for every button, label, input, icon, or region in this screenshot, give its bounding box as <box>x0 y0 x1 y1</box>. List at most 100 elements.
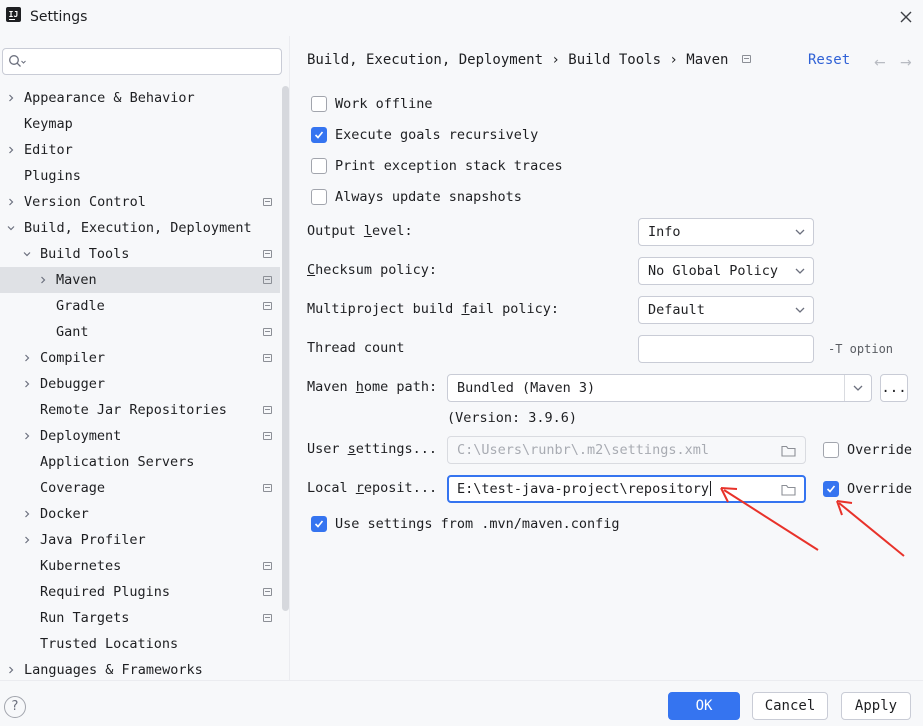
maven-home-path-combo[interactable]: Bundled (Maven 3) <box>447 374 872 402</box>
reset-link[interactable]: Reset <box>808 52 850 68</box>
sidebar-item-build-execution-deployment[interactable]: Build, Execution, Deployment <box>0 215 280 241</box>
cancel-button[interactable]: Cancel <box>752 692 828 720</box>
chevron-right-icon[interactable] <box>7 666 15 674</box>
local-repository-label: Local reposit... <box>307 480 438 496</box>
sidebar-item-application-servers[interactable]: Application Servers <box>0 449 280 475</box>
forward-arrow-icon[interactable]: → <box>900 55 912 71</box>
multiproject-fail-policy-dropdown[interactable]: Default <box>638 296 814 324</box>
sidebar-item-gant[interactable]: Gant <box>0 319 280 345</box>
checkbox-box[interactable] <box>823 442 839 458</box>
chevron-down-icon <box>795 307 805 313</box>
sidebar-item-kubernetes[interactable]: Kubernetes <box>0 553 280 579</box>
combo-divider <box>844 375 845 401</box>
input-value: C:\Users\runbr\.m2\settings.xml <box>457 442 709 458</box>
project-level-icon <box>263 198 272 206</box>
chevron-right-icon[interactable] <box>23 432 31 440</box>
checkbox-label: Execute goals recursively <box>335 127 539 143</box>
checkbox-box[interactable] <box>311 189 327 205</box>
checkbox-label: Use settings from .mvn/maven.config <box>335 516 620 532</box>
sidebar-item-label: Run Targets <box>40 610 130 626</box>
sidebar-item-run-targets[interactable]: Run Targets <box>0 605 280 631</box>
project-level-icon <box>263 250 272 258</box>
thread-count-label: Thread count <box>307 340 405 356</box>
sidebar-item-deployment[interactable]: Deployment <box>0 423 280 449</box>
sidebar-item-label: Gant <box>56 324 89 340</box>
checkbox-box[interactable] <box>311 516 327 532</box>
project-level-icon <box>263 276 272 284</box>
sidebar-item-docker[interactable]: Docker <box>0 501 280 527</box>
sidebar-item-compiler[interactable]: Compiler <box>0 345 280 371</box>
sidebar-item-appearance-behavior[interactable]: Appearance & Behavior <box>0 85 280 111</box>
settings-sidebar: Appearance & Behavior Keymap Editor Plugins… <box>0 36 290 680</box>
close-icon[interactable] <box>897 8 915 26</box>
sidebar-item-label: Kubernetes <box>40 558 122 574</box>
project-level-icon <box>263 302 272 310</box>
dropdown-value: Default <box>648 302 705 318</box>
annotation-arrow-icon <box>836 500 905 557</box>
checkbox-box[interactable] <box>311 158 327 174</box>
sidebar-item-maven[interactable]: Maven <box>0 267 280 293</box>
maven-version-text: (Version: 3.9.6) <box>447 410 578 426</box>
chevron-right-icon[interactable] <box>7 94 15 102</box>
chevron-right-icon[interactable] <box>23 536 31 544</box>
sidebar-item-label: Trusted Locations <box>40 636 179 652</box>
folder-icon[interactable] <box>781 445 796 457</box>
window-title: Settings <box>30 9 88 25</box>
project-level-icon <box>263 406 272 414</box>
sidebar-item-label: Build, Execution, Deployment <box>24 220 252 236</box>
user-settings-input[interactable]: C:\Users\runbr\.m2\settings.xml <box>447 436 806 464</box>
multiproject-fail-policy-label: Multiproject build fail policy: <box>307 301 559 317</box>
checksum-policy-label: Checksum policy: <box>307 262 438 278</box>
project-level-icon <box>263 562 272 570</box>
chevron-right-icon[interactable] <box>23 380 31 388</box>
sidebar-item-java-profiler[interactable]: Java Profiler <box>0 527 280 553</box>
local-repository-input[interactable]: E:\test-java-project\repository <box>447 475 806 503</box>
sidebar-item-label: Version Control <box>24 194 146 210</box>
sidebar-item-label: Keymap <box>24 116 73 132</box>
sidebar-item-build-tools[interactable]: Build Tools <box>0 241 280 267</box>
sidebar-item-version-control[interactable]: Version Control <box>0 189 280 215</box>
chevron-down-icon[interactable] <box>23 250 31 258</box>
chevron-right-icon[interactable] <box>23 510 31 518</box>
chevron-down-icon[interactable] <box>7 224 15 232</box>
help-icon[interactable]: ? <box>4 696 26 718</box>
ok-button[interactable]: OK <box>668 692 740 720</box>
sidebar-item-trusted-locations[interactable]: Trusted Locations <box>0 631 280 657</box>
sidebar-item-debugger[interactable]: Debugger <box>0 371 280 397</box>
sidebar-item-remote-jar-repositories[interactable]: Remote Jar Repositories <box>0 397 280 423</box>
sidebar-scrollbar[interactable] <box>282 86 289 611</box>
checkbox-box[interactable] <box>311 96 327 112</box>
project-level-icon <box>263 328 272 336</box>
chevron-down-icon <box>795 268 805 274</box>
sidebar-item-coverage[interactable]: Coverage <box>0 475 280 501</box>
chevron-right-icon[interactable] <box>7 198 15 206</box>
chevron-right-icon[interactable] <box>7 146 15 154</box>
checkbox-label: Always update snapshots <box>335 189 522 205</box>
chevron-down-icon[interactable] <box>853 385 863 392</box>
thread-count-input[interactable] <box>638 335 814 363</box>
sidebar-item-required-plugins[interactable]: Required Plugins <box>0 579 280 605</box>
folder-icon[interactable] <box>781 484 796 496</box>
checkmark-icon <box>826 485 836 493</box>
search-input[interactable] <box>2 48 282 75</box>
checkbox-box[interactable] <box>823 481 839 497</box>
chevron-right-icon[interactable] <box>39 276 47 284</box>
sidebar-item-keymap[interactable]: Keymap <box>0 111 280 137</box>
back-arrow-icon[interactable]: ← <box>874 55 886 71</box>
browse-maven-home-button[interactable]: ... <box>880 374 908 402</box>
chevron-right-icon[interactable] <box>23 354 31 362</box>
sidebar-item-label: Editor <box>24 142 73 158</box>
sidebar-item-plugins[interactable]: Plugins <box>0 163 280 189</box>
sidebar-item-gradle[interactable]: Gradle <box>0 293 280 319</box>
apply-button[interactable]: Apply <box>841 692 911 720</box>
project-level-icon <box>263 588 272 596</box>
input-value: E:\test-java-project\repository <box>457 481 709 497</box>
checkbox-box[interactable] <box>311 127 327 143</box>
project-level-icon <box>263 432 272 440</box>
sidebar-item-editor[interactable]: Editor <box>0 137 280 163</box>
breadcrumb-text: Build, Execution, Deployment › Build Too… <box>307 52 729 68</box>
checksum-policy-dropdown[interactable]: No Global Policy <box>638 257 814 285</box>
thread-count-hint: -T option <box>828 342 894 356</box>
intellij-app-icon: IJ <box>6 7 21 22</box>
output-level-dropdown[interactable]: Info <box>638 218 814 246</box>
